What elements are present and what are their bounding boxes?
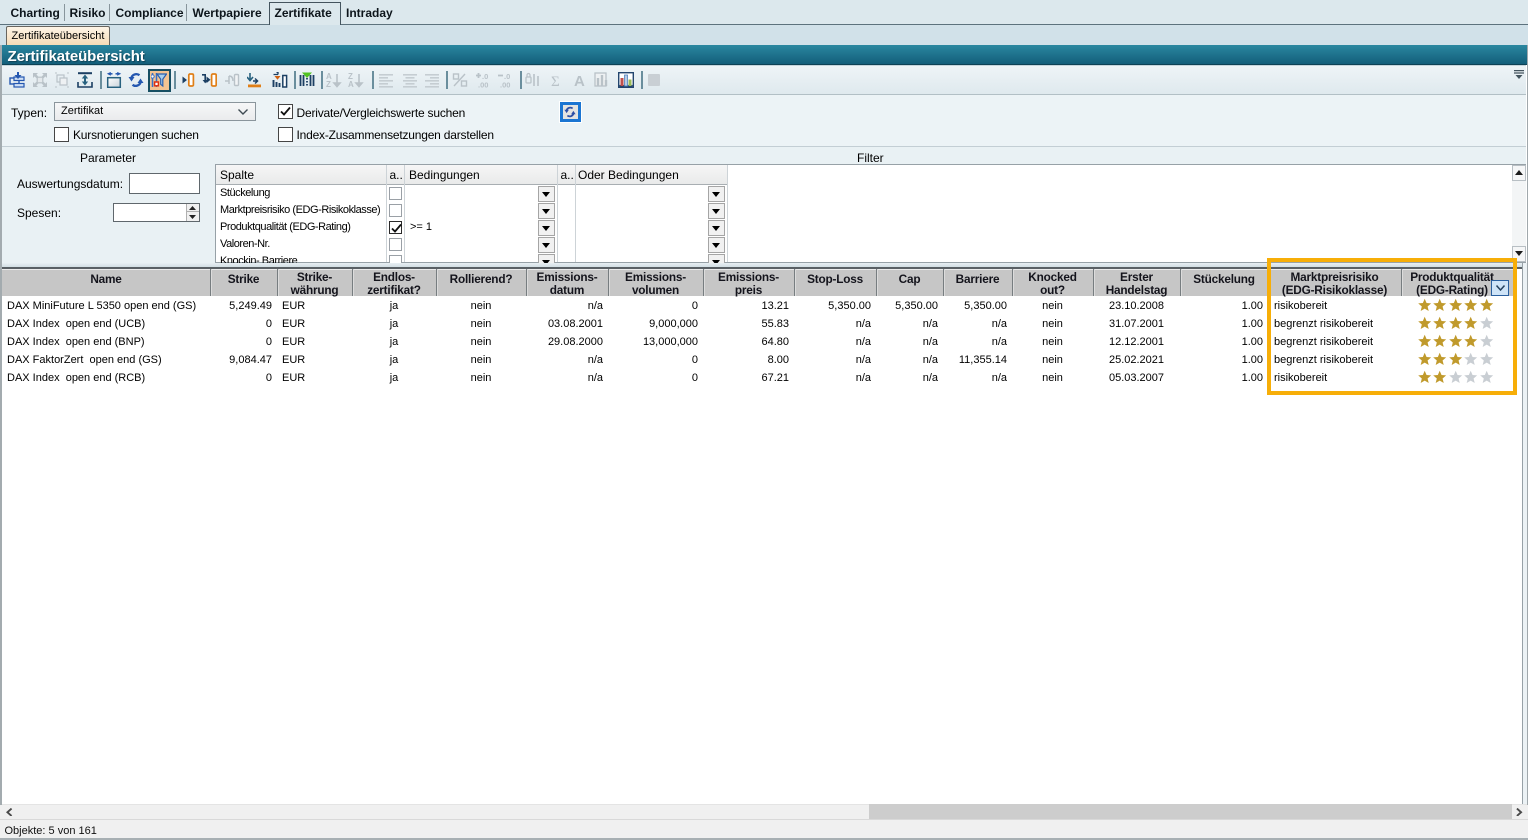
svg-text:.00: .00 xyxy=(478,81,488,89)
svg-text:Σ: Σ xyxy=(551,74,560,88)
svg-text:A: A xyxy=(348,80,354,88)
svg-text:A: A xyxy=(574,73,585,88)
svg-text:Z: Z xyxy=(326,80,331,88)
svg-text:.00: .00 xyxy=(500,81,510,89)
